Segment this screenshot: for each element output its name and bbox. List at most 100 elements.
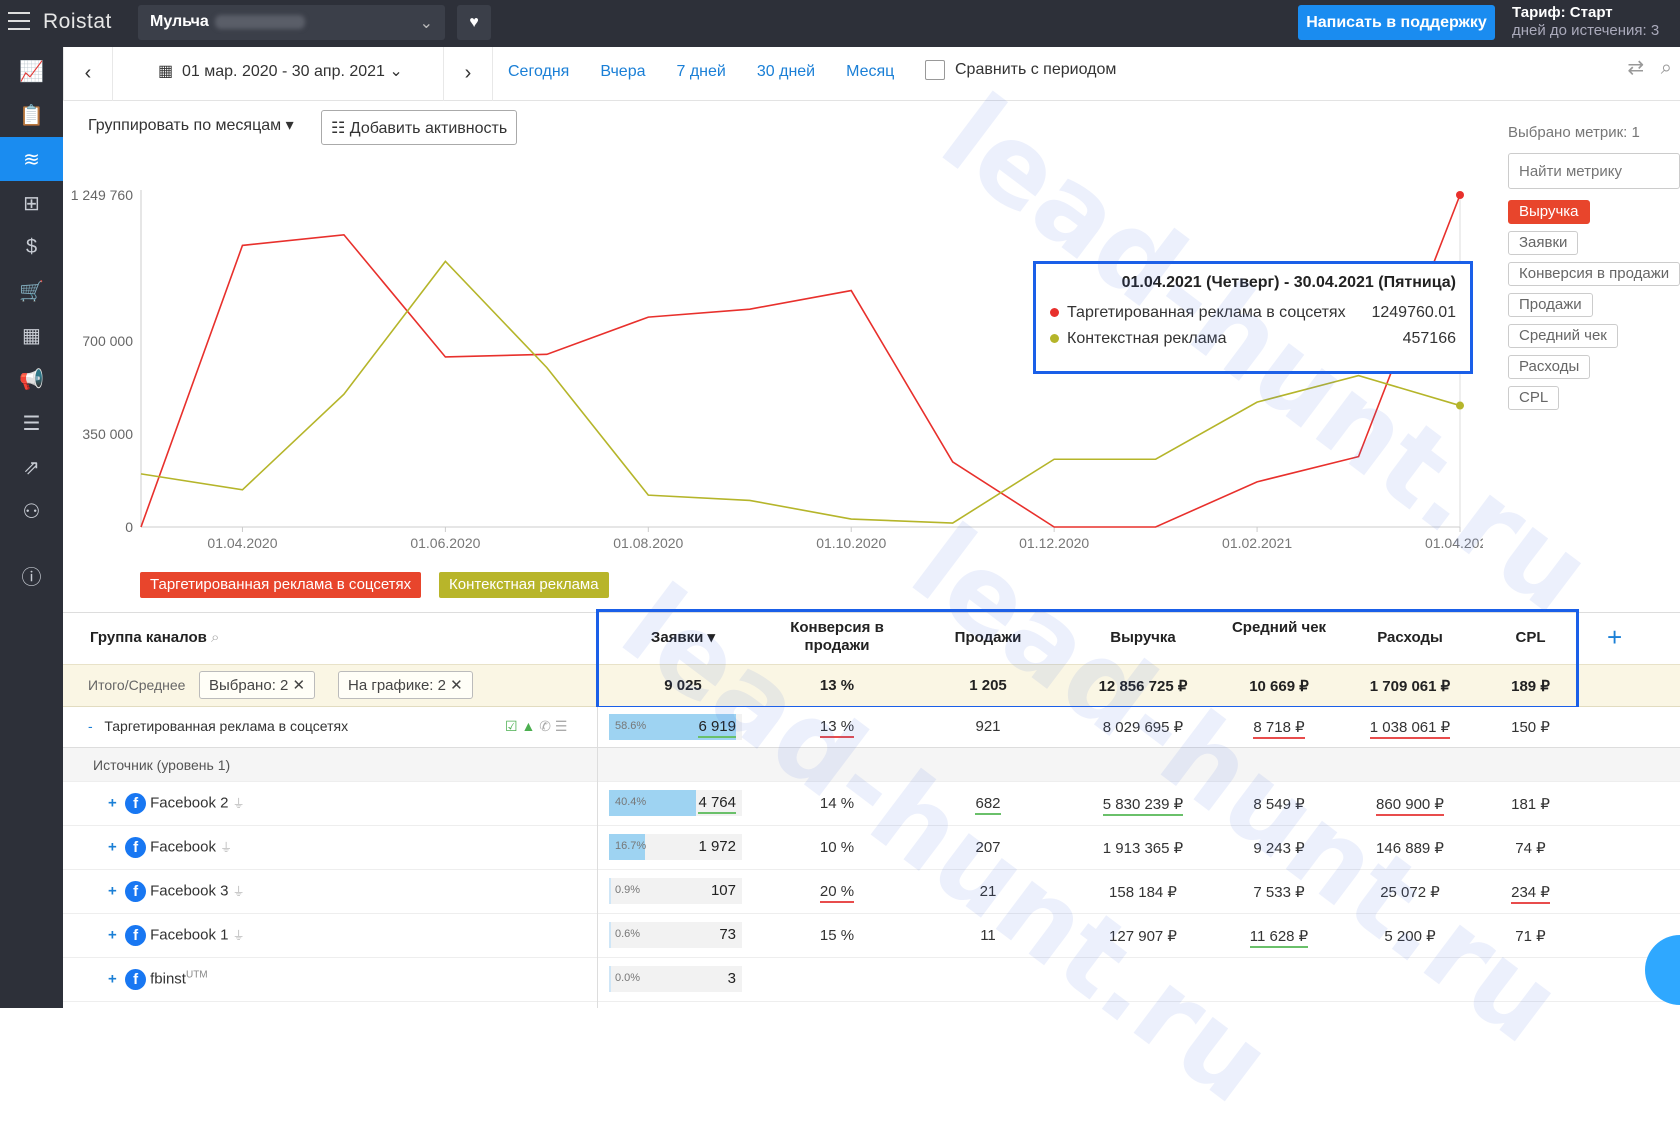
quick-yesterday[interactable]: Вчера [600, 63, 645, 80]
x-tick-label: 01.02.2021 [1222, 535, 1292, 551]
legend-item-targeted[interactable]: Таргетированная реклама в соцсетях [140, 572, 422, 598]
table-row-channel[interactable]: - Таргетированная реклама в соцсетях ☑ ▲… [63, 707, 1680, 748]
cpl-value: 71 ₽ [1515, 928, 1546, 945]
prev-period-button[interactable]: ‹ [63, 47, 113, 101]
collapse-icon[interactable]: - [88, 718, 93, 734]
sales-cell: 207 [913, 839, 1063, 856]
facebook-icon: f [125, 969, 147, 990]
money-icon[interactable]: $ [0, 225, 63, 269]
leads-pct: 0.6% [615, 928, 641, 940]
phone-icon[interactable]: ✆ [539, 718, 551, 734]
tooltip-row: Таргетированная реклама в соцсетях 124976… [1050, 304, 1456, 322]
tariff-name: Тариф: Старт [1512, 4, 1613, 21]
avg-check-cell: 8 549 ₽ [1223, 795, 1335, 813]
expand-icon[interactable]: + [108, 926, 117, 943]
metric-tag-avg-check[interactable]: Средний чек [1508, 324, 1618, 348]
x-tick-label: 01.10.2020 [816, 535, 886, 551]
leads-bar-fill [609, 878, 611, 904]
info-icon[interactable]: ⓘ [0, 553, 63, 597]
heart-monitor-icon[interactable]: ♥ [457, 5, 491, 40]
sales-value: 682 [975, 795, 1001, 815]
tariff-info[interactable]: Тариф: Старт дней до истечения: 3 [1512, 4, 1659, 40]
metric-tag-leads[interactable]: Заявки [1508, 231, 1579, 255]
table-row[interactable]: + f fbinstUTM 0.0% 3 [63, 958, 1680, 1002]
expand-icon[interactable]: + [108, 838, 117, 855]
table-row[interactable]: + f Facebook 1 ⏚ 0.6% 73 15 % 11 127 907 ₽ 11 6… [63, 914, 1680, 958]
expand-icon[interactable]: + [108, 882, 117, 899]
highlight-frame [596, 609, 1579, 709]
leads-pct: 0.0% [615, 972, 641, 984]
chart-icon[interactable]: ▲ [521, 718, 535, 734]
revenue-cell: 8 029 695 ₽ [1102, 719, 1184, 736]
stack-icon[interactable]: ☰ [0, 401, 63, 445]
clipboard-icon[interactable]: 📋 [0, 93, 63, 137]
search-icon[interactable]: ⌕ [211, 629, 219, 646]
project-selector[interactable]: Мульча ⌄ [138, 5, 445, 40]
on-chart-count: На графике: 2 [348, 677, 446, 694]
conversion-value: 10 % [819, 839, 855, 856]
revenue-value: 158 184 ₽ [1109, 884, 1177, 901]
metrics-count: Выбрано метрик: 1 [1508, 124, 1640, 141]
checkbox-icon[interactable]: ☑ [505, 718, 518, 734]
megaphone-icon[interactable]: 📢 [0, 357, 63, 401]
group-column-header[interactable]: Группа каналов ⌕ [90, 629, 219, 647]
legend-item-context[interactable]: Контекстная реклама [439, 572, 609, 598]
selected-filter-pill[interactable]: Выбрано: 2 ✕ [199, 671, 316, 699]
metric-tag-cpl[interactable]: CPL [1508, 386, 1560, 410]
cpl-value: 74 ₽ [1515, 840, 1546, 857]
facebook-icon: f [125, 793, 147, 814]
support-button[interactable]: Написать в поддержку [1298, 5, 1495, 40]
sales-cell: 682 [913, 795, 1063, 815]
leads-value-text: 1 972 [698, 838, 736, 855]
sales-value: 207 [975, 839, 1001, 856]
search-icon[interactable]: ⌕ [1661, 57, 1672, 79]
leads-value: 107 [711, 882, 736, 899]
metric-search-input[interactable] [1508, 153, 1680, 189]
metric-tag-revenue[interactable]: Выручка [1508, 200, 1590, 224]
sitemap-icon[interactable]: ⊞ [0, 181, 63, 225]
refresh-icon[interactable]: ⇄ [1627, 57, 1644, 79]
close-icon[interactable]: ✕ [450, 677, 463, 694]
top-bar: Roistat Мульча ⌄ ♥ Написать в поддержку Т… [0, 0, 1680, 47]
tooltip-title: 01.04.2021 (Четверг) - 30.04.2021 (Пятни… [1121, 274, 1456, 291]
checkbox-icon [925, 60, 945, 80]
expand-icon[interactable]: + [108, 794, 117, 811]
close-icon[interactable]: ✕ [293, 677, 306, 694]
compare-checkbox[interactable]: Сравнить с периодом [925, 60, 1116, 80]
analytics-layers-icon[interactable]: ≋ [0, 137, 63, 181]
leads-bar-cell: 40.4% 4 764 [609, 790, 742, 816]
leads-value: 6 919 [698, 718, 736, 738]
expand-icon[interactable]: + [108, 970, 117, 987]
add-activity-button[interactable]: ☷ Добавить активность [321, 110, 518, 145]
groupby-dropdown[interactable]: Группировать по месяцам ▾ [88, 115, 294, 135]
dashboard-chart-icon[interactable]: 📈 [0, 49, 63, 93]
menu-icon[interactable] [8, 12, 30, 30]
on-chart-filter-pill[interactable]: На графике: 2 ✕ [338, 671, 473, 699]
add-column-icon[interactable]: + [1607, 622, 1622, 653]
date-range-picker[interactable]: ▦ 01 мар. 2020 - 30 апр. 2021 ⌄ [158, 61, 443, 81]
cpl-cell: 181 ₽ [1483, 795, 1578, 813]
y-tick-label: 0 [125, 519, 133, 535]
plug-icon: ⏚ [232, 796, 245, 811]
table-row[interactable]: + f Facebook ⏚ 16.7% 1 972 10 % 207 1 913 365 … [63, 826, 1680, 870]
conversion-cell: 10 % [763, 839, 911, 856]
quick-month[interactable]: Месяц [846, 63, 894, 80]
source-name: Facebook 1 [150, 926, 229, 944]
facebook-icon: f [125, 837, 147, 858]
source-name-cell: + f Facebook 2 ⏚ [108, 793, 245, 814]
table-row[interactable]: + f Facebook 2 ⏚ 40.4% 4 764 14 % 682 5 830 23… [63, 782, 1680, 826]
metric-tag-conversion[interactable]: Конверсия в продажи [1508, 262, 1680, 286]
cart-icon[interactable]: 🛒 [0, 269, 63, 313]
metric-tag-sales[interactable]: Продажи [1508, 293, 1593, 317]
next-period-button[interactable]: › [443, 47, 493, 101]
leads-bar-cell: 0.6% 73 [609, 922, 742, 948]
metric-tag-costs[interactable]: Расходы [1508, 355, 1591, 379]
people-icon[interactable]: ⚇ [0, 489, 63, 533]
table-row[interactable]: + f Facebook 3 ⏚ 0.9% 107 20 % 21 158 184 ₽ 7 5… [63, 870, 1680, 914]
quick-today[interactable]: Сегодня [508, 63, 569, 80]
beta-chart-icon[interactable]: ⇗ [0, 445, 63, 489]
calendar-icon[interactable]: ▦ [0, 313, 63, 357]
list-icon[interactable]: ☰ [555, 718, 568, 734]
quick-7days[interactable]: 7 дней [677, 63, 726, 80]
quick-30days[interactable]: 30 дней [757, 63, 815, 80]
